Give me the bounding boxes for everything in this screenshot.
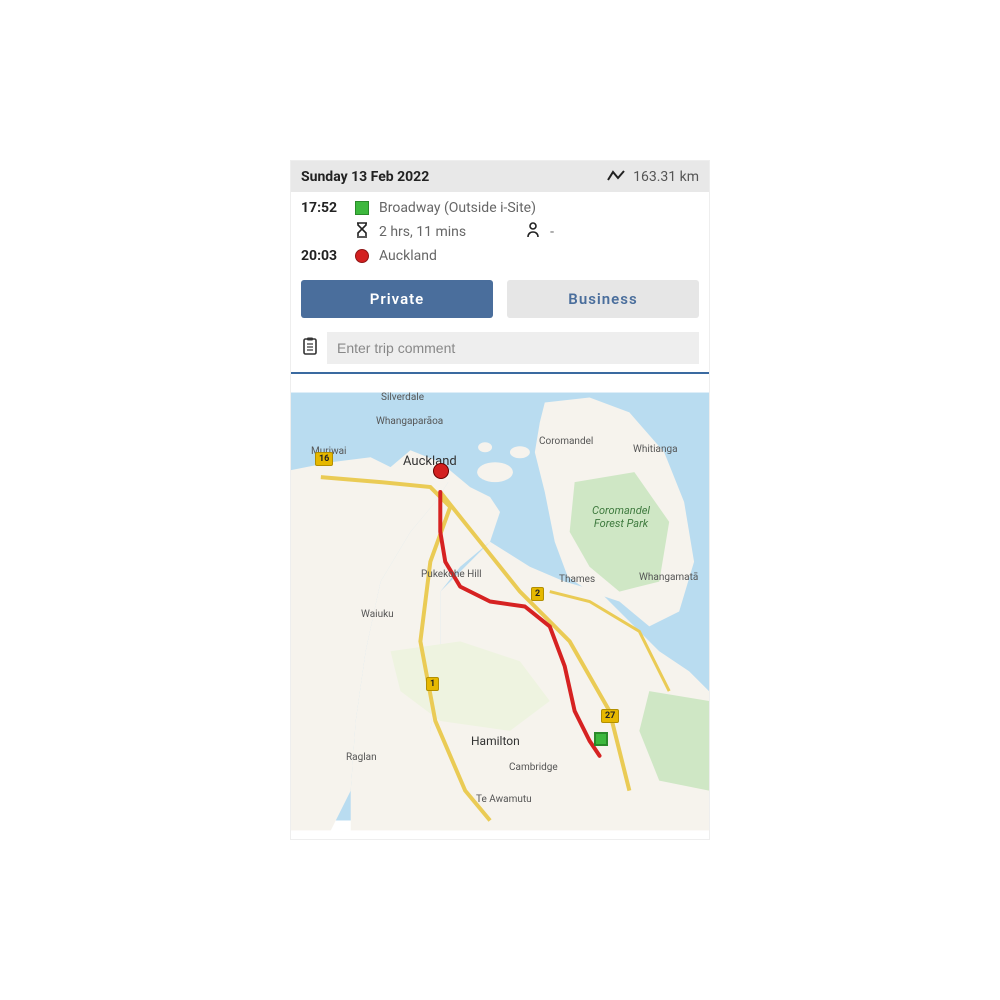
end-time: 20:03: [301, 248, 345, 264]
end-row: 20:03 Auckland: [301, 248, 699, 264]
trip-comment-row: [291, 328, 709, 372]
trip-type-buttons: Private Business: [291, 274, 709, 328]
map-view[interactable]: Silverdale Whangaparāoa Muriwai Auckland…: [291, 372, 709, 839]
start-row: 17:52 Broadway (Outside i-Site): [301, 200, 699, 216]
trip-distance-group: 163.31 km: [607, 167, 699, 186]
person-icon: [526, 222, 540, 242]
private-button[interactable]: Private: [301, 280, 493, 318]
hourglass-icon: [355, 222, 369, 242]
trip-duration: 2 hrs, 11 mins: [379, 224, 466, 240]
map-start-marker-icon: [594, 732, 608, 746]
map-svg: [291, 374, 709, 839]
mid-row: 2 hrs, 11 mins -: [301, 222, 699, 242]
end-location: Auckland: [379, 248, 437, 264]
start-marker-icon: [355, 201, 369, 215]
trip-details: 17:52 Broadway (Outside i-Site) 2 hrs, 1…: [291, 192, 709, 274]
polyline-icon: [607, 167, 625, 186]
start-location: Broadway (Outside i-Site): [379, 200, 536, 216]
map-end-marker-icon: [433, 463, 449, 479]
end-marker-icon: [355, 249, 369, 263]
clipboard-icon: [301, 337, 319, 360]
business-button[interactable]: Business: [507, 280, 699, 318]
trip-comment-input[interactable]: [327, 332, 699, 364]
trip-passengers: -: [550, 224, 554, 240]
trip-app-screen: Sunday 13 Feb 2022 163.31 km 17:52 Broad…: [290, 160, 710, 840]
trip-header: Sunday 13 Feb 2022 163.31 km: [291, 161, 709, 192]
trip-distance: 163.31 km: [633, 169, 699, 185]
trip-date: Sunday 13 Feb 2022: [301, 169, 429, 185]
start-time: 17:52: [301, 200, 345, 216]
